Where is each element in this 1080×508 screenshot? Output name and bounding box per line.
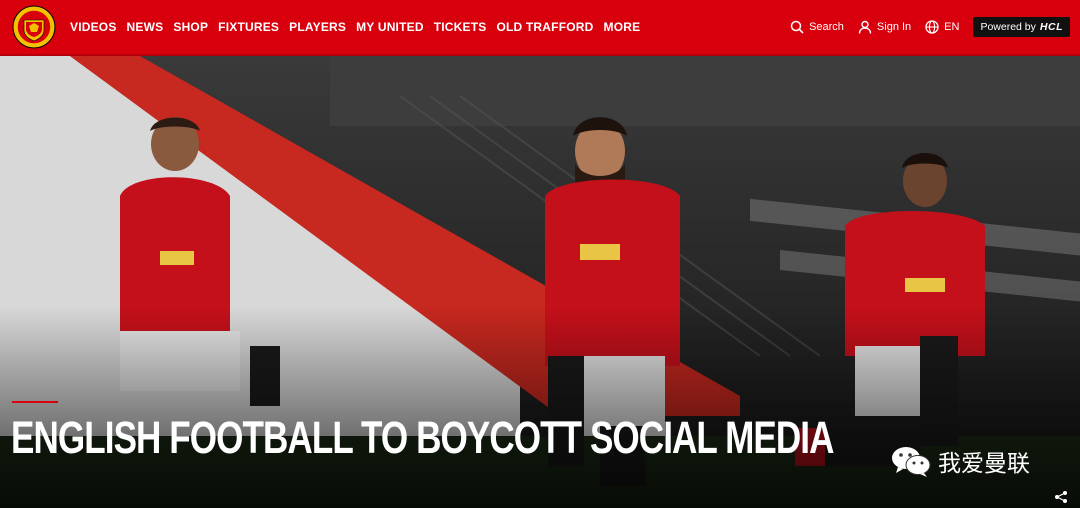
share-icon[interactable] — [1054, 490, 1068, 504]
user-icon — [858, 20, 872, 34]
main-menu: VIDEOS NEWS SHOP FIXTURES PLAYERS MY UNI… — [70, 20, 650, 34]
powered-by-label: Powered by — [980, 21, 1036, 33]
globe-icon — [925, 20, 939, 34]
nav-item-tickets[interactable]: TICKETS — [434, 20, 487, 34]
nav-item-shop[interactable]: SHOP — [173, 20, 208, 34]
wechat-icon — [892, 447, 931, 477]
hero-banner[interactable]: ENGLISH FOOTBALL TO BOYCOTT SOCIAL MEDIA… — [0, 56, 1080, 508]
wechat-watermark: 我爱曼联 — [890, 444, 1030, 478]
headline-accent-rule — [12, 401, 58, 403]
top-navigation-bar: VIDEOS NEWS SHOP FIXTURES PLAYERS MY UNI… — [0, 0, 1080, 56]
sign-in-button[interactable]: Sign In — [858, 20, 911, 34]
language-label: EN — [944, 21, 960, 33]
hero-headline[interactable]: ENGLISH FOOTBALL TO BOYCOTT SOCIAL MEDIA — [11, 412, 834, 464]
watermark-text: 我爱曼联 — [938, 451, 1030, 477]
nav-item-fixtures[interactable]: FIXTURES — [218, 20, 279, 34]
nav-item-my-united[interactable]: MY UNITED — [356, 20, 424, 34]
search-icon — [790, 20, 804, 34]
powered-by-badge[interactable]: Powered by HCL — [973, 17, 1070, 37]
search-button[interactable]: Search — [790, 20, 844, 34]
nav-item-news[interactable]: NEWS — [127, 20, 164, 34]
sponsor-logo-text: HCL — [1039, 21, 1063, 33]
search-label: Search — [809, 21, 844, 33]
sign-in-label: Sign In — [876, 21, 912, 33]
club-crest-logo[interactable] — [12, 5, 56, 49]
nav-item-old-trafford[interactable]: OLD TRAFFORD — [496, 20, 593, 34]
nav-item-more[interactable]: MORE — [604, 20, 641, 34]
nav-item-videos[interactable]: VIDEOS — [70, 20, 117, 34]
header-tools: Search Sign In EN Powered by HCL — [790, 17, 1070, 37]
language-selector[interactable]: EN — [925, 20, 959, 34]
nav-item-players[interactable]: PLAYERS — [289, 20, 346, 34]
